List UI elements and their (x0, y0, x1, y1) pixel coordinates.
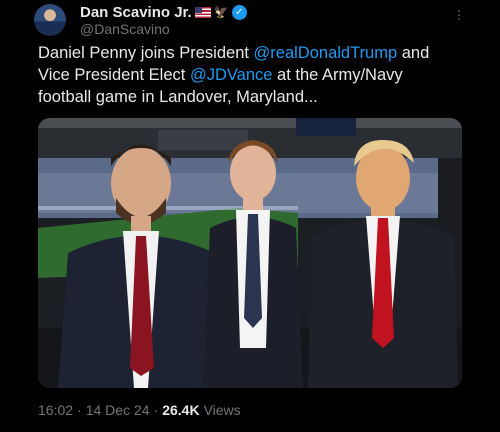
tweet: Dan Scavino Jr. 🦅 ✓ @DanScavino ⋮ Daniel… (0, 0, 500, 432)
meta-separator: · (153, 402, 159, 418)
views-label[interactable]: Views (204, 402, 241, 418)
more-options-icon[interactable]: ⋮ (453, 8, 466, 22)
author-handle[interactable]: @DanScavino (80, 21, 170, 37)
author-name-row: Dan Scavino Jr. 🦅 ✓ (80, 3, 247, 21)
photo-illustration (38, 118, 462, 388)
display-name[interactable]: Dan Scavino Jr. (80, 4, 192, 21)
mention-link[interactable]: @realDonaldTrump (254, 44, 398, 62)
tweet-photo[interactable] (38, 118, 462, 388)
eagle-icon: 🦅 (213, 5, 229, 19)
avatar[interactable] (34, 4, 66, 36)
views-count[interactable]: 26.4K (162, 402, 199, 418)
us-flag-icon (194, 6, 211, 18)
tweet-text-part: Daniel Penny joins President (38, 44, 254, 62)
tweet-date[interactable]: 14 Dec 24 (86, 402, 150, 418)
tweet-meta: 16:02 · 14 Dec 24 · 26.4K Views (38, 402, 241, 418)
tweet-time[interactable]: 16:02 (38, 402, 73, 418)
tweet-text: Daniel Penny joins President @realDonald… (38, 42, 458, 108)
verified-badge-icon: ✓ (231, 4, 247, 20)
mention-link[interactable]: @JDVance (190, 66, 272, 84)
meta-separator: · (77, 402, 82, 418)
